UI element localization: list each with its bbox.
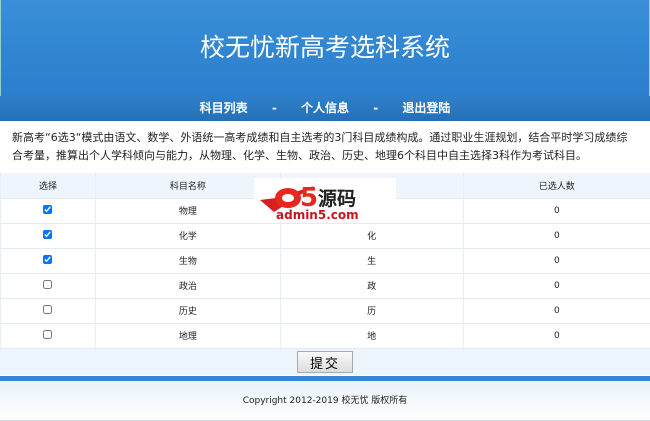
- table-row: 政治 政 0: [1, 273, 650, 298]
- table-row: 地理 地 0: [1, 323, 650, 348]
- table-row: 化学 化 0: [1, 223, 650, 248]
- subject-checkbox[interactable]: [43, 230, 52, 239]
- table-row: 历史 历 0: [1, 298, 650, 323]
- nav-bar: 科目列表 - 个人信息 - 退出登陆: [0, 96, 650, 121]
- subject-abbr: 历: [280, 298, 463, 323]
- subject-abbr: 化: [280, 223, 463, 248]
- watermark-logo: 5 源码 admin5.com: [254, 178, 396, 222]
- footer: Copyright 2012-2019 校无忧 版权所有: [0, 381, 650, 421]
- svg-text:源码: 源码: [318, 187, 356, 210]
- selected-count: 0: [463, 298, 650, 323]
- subject-name: 地理: [95, 323, 280, 348]
- subject-name: 物理: [95, 198, 280, 223]
- select-cell: [1, 223, 96, 248]
- subject-checkbox[interactable]: [43, 255, 52, 264]
- nav-separator: -: [373, 101, 378, 115]
- select-cell: [1, 198, 96, 223]
- subject-checkbox[interactable]: [43, 330, 52, 339]
- nav-profile[interactable]: 个人信息: [301, 101, 349, 115]
- submit-button[interactable]: 提交: [297, 351, 353, 373]
- subject-abbr: 地: [280, 323, 463, 348]
- page-header: 校无忧新高考选科系统: [0, 0, 650, 96]
- table-row: 生物 生 0: [1, 248, 650, 273]
- subject-abbr: 生: [280, 248, 463, 273]
- intro-text: 新高考“6选3“模式由语文、数学、外语统一高考成绩和自主选考的3门科目成绩构成。…: [0, 121, 650, 173]
- subject-name: 历史: [95, 298, 280, 323]
- nav-separator: -: [272, 101, 277, 115]
- select-cell: [1, 248, 96, 273]
- header-count: 已选人数: [463, 173, 650, 198]
- subject-name: 政治: [95, 273, 280, 298]
- select-cell: [1, 298, 96, 323]
- selected-count: 0: [463, 323, 650, 348]
- nav-subject-list[interactable]: 科目列表: [200, 101, 248, 115]
- selected-count: 0: [463, 273, 650, 298]
- selected-count: 0: [463, 223, 650, 248]
- header-subject-name: 科目名称: [95, 173, 280, 198]
- subject-name: 化学: [95, 223, 280, 248]
- select-cell: [1, 273, 96, 298]
- subject-checkbox[interactable]: [43, 280, 52, 289]
- subject-checkbox[interactable]: [43, 305, 52, 314]
- subject-checkbox[interactable]: [43, 205, 52, 214]
- selected-count: 0: [463, 248, 650, 273]
- nav-logout[interactable]: 退出登陆: [402, 101, 450, 115]
- select-cell: [1, 323, 96, 348]
- header-select: 选择: [1, 173, 96, 198]
- subject-name: 生物: [95, 248, 280, 273]
- svg-text:admin5.com: admin5.com: [276, 208, 359, 222]
- site-title: 校无忧新高考选科系统: [200, 33, 450, 62]
- selected-count: 0: [463, 198, 650, 223]
- subject-abbr: 政: [280, 273, 463, 298]
